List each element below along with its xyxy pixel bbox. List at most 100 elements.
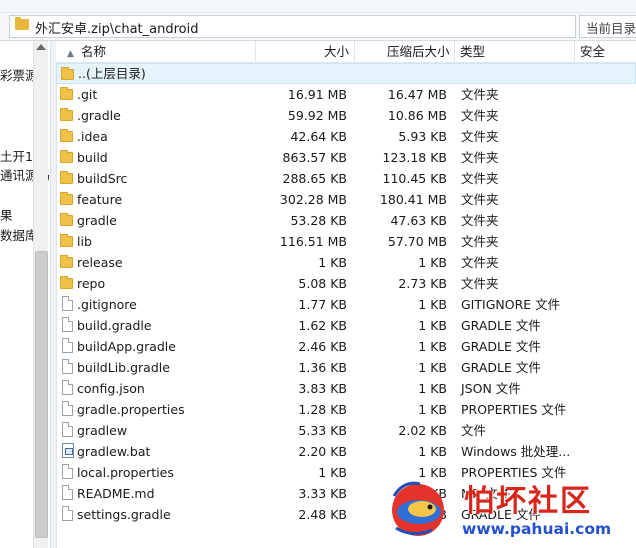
folder-icon bbox=[60, 192, 73, 205]
list-item[interactable]: feature 302.28 MB 180.41 MB 文件夹 bbox=[56, 189, 636, 210]
file-compressed-size: 16.47 MB bbox=[387, 87, 447, 102]
address-bar[interactable]: 外汇安卓.zip\chat_android bbox=[9, 15, 576, 38]
nav-item[interactable]: 果 bbox=[0, 205, 13, 224]
file-type: 文件夹 bbox=[461, 255, 499, 270]
column-header-type[interactable]: 类型 bbox=[455, 41, 575, 62]
file-name: .git bbox=[77, 87, 98, 102]
file-icon bbox=[62, 485, 73, 500]
column-header-name[interactable]: ▲ 名称 bbox=[56, 41, 256, 62]
file-type: GRADLE 文件 bbox=[461, 360, 541, 375]
scrollbar-thumb[interactable] bbox=[35, 251, 48, 538]
list-item[interactable]: gradle 53.28 KB 47.63 KB 文件夹 bbox=[56, 210, 636, 231]
file-name: .gradle bbox=[77, 108, 121, 123]
nav-item[interactable]: 数据库 bbox=[0, 225, 38, 244]
list-item[interactable]: config.json 3.83 KB 1 KB JSON 文件 bbox=[56, 378, 636, 399]
file-compressed-size: 47.63 KB bbox=[390, 213, 447, 228]
list-item[interactable]: .idea 42.64 KB 5.93 KB 文件夹 bbox=[56, 126, 636, 147]
navigation-scrollbar[interactable] bbox=[33, 41, 48, 548]
file-type: 文件 bbox=[461, 423, 487, 438]
file-size: 116.51 MB bbox=[279, 234, 347, 249]
file-type: 文件夹 bbox=[461, 276, 499, 291]
folder-icon bbox=[60, 129, 73, 142]
list-item[interactable]: gradle.properties 1.28 KB 1 KB PROPERTIE… bbox=[56, 399, 636, 420]
file-name: lib bbox=[77, 234, 92, 249]
list-item[interactable]: build.gradle 1.62 KB 1 KB GRADLE 文件 bbox=[56, 315, 636, 336]
list-item[interactable]: release 1 KB 1 KB 文件夹 bbox=[56, 252, 636, 273]
file-type: Windows 批处理... bbox=[461, 444, 571, 459]
file-compressed-size: 1 KB bbox=[418, 360, 447, 375]
list-item[interactable]: lib 116.51 MB 57.70 MB 文件夹 bbox=[56, 231, 636, 252]
file-size: 2.20 KB bbox=[298, 444, 347, 459]
column-header-compressed[interactable]: 压缩后大小 bbox=[355, 41, 455, 62]
toolbar-strip bbox=[0, 0, 636, 13]
file-name: repo bbox=[77, 276, 106, 291]
file-size: 1.62 KB bbox=[298, 318, 347, 333]
folder-icon bbox=[61, 67, 74, 80]
file-type: GRADLE 文件 bbox=[461, 339, 541, 354]
file-compressed-size: 1 KB bbox=[418, 318, 447, 333]
list-item[interactable]: buildLib.gradle 1.36 KB 1 KB GRADLE 文件 bbox=[56, 357, 636, 378]
list-item[interactable]: gradlew.bat 2.20 KB 1 KB Windows 批处理... bbox=[56, 441, 636, 462]
list-item[interactable]: ..(上层目录) bbox=[56, 63, 636, 84]
file-size: 2.48 KB bbox=[298, 507, 347, 522]
file-type: 文件夹 bbox=[461, 171, 499, 186]
column-header-type-label: 类型 bbox=[460, 44, 486, 59]
file-compressed-size: 2.02 KB bbox=[398, 423, 447, 438]
column-header-compressed-label: 压缩后大小 bbox=[387, 44, 450, 59]
address-bar-row: 外汇安卓.zip\chat_android 当前目录 bbox=[0, 13, 636, 41]
folder-icon bbox=[60, 150, 73, 163]
file-size: 3.33 KB bbox=[298, 486, 347, 501]
file-compressed-size: 5.93 KB bbox=[398, 129, 447, 144]
file-icon bbox=[62, 338, 73, 353]
list-item[interactable]: .git 16.91 MB 16.47 MB 文件夹 bbox=[56, 84, 636, 105]
list-item[interactable]: .gitignore 1.77 KB 1 KB GITIGNORE 文件 bbox=[56, 294, 636, 315]
file-name: gradle.properties bbox=[77, 402, 185, 417]
file-type: 文件夹 bbox=[461, 234, 499, 249]
file-size: 53.28 KB bbox=[290, 213, 347, 228]
folder-icon bbox=[60, 213, 73, 226]
search-input[interactable]: 当前目录 bbox=[579, 15, 636, 38]
nav-item[interactable]: 彩票源 bbox=[0, 65, 38, 84]
list-item[interactable]: buildSrc 288.65 KB 110.45 KB 文件夹 bbox=[56, 168, 636, 189]
file-type: GRADLE 文件 bbox=[461, 318, 541, 333]
file-size: 1 KB bbox=[318, 255, 347, 270]
list-item[interactable]: repo 5.08 KB 2.73 KB 文件夹 bbox=[56, 273, 636, 294]
file-size: 16.91 MB bbox=[287, 87, 347, 102]
file-name: .idea bbox=[77, 129, 108, 144]
file-type: GITIGNORE 文件 bbox=[461, 297, 561, 312]
column-header-size[interactable]: 大小 bbox=[256, 41, 355, 62]
file-compressed-size: 2.73 KB bbox=[398, 276, 447, 291]
file-size: 2.46 KB bbox=[298, 339, 347, 354]
file-name: gradlew.bat bbox=[77, 444, 151, 459]
file-type: 文件夹 bbox=[461, 108, 499, 123]
file-compressed-size: 1 KB bbox=[418, 297, 447, 312]
file-type: JSON 文件 bbox=[461, 381, 521, 396]
file-icon bbox=[62, 317, 73, 332]
file-type: 文件夹 bbox=[461, 87, 499, 102]
file-name: buildApp.gradle bbox=[77, 339, 176, 354]
file-size: 288.65 KB bbox=[282, 171, 347, 186]
file-name: build.gradle bbox=[77, 318, 152, 333]
folder-icon bbox=[60, 255, 73, 268]
file-name: settings.gradle bbox=[77, 507, 171, 522]
file-compressed-size: 110.45 KB bbox=[382, 171, 447, 186]
file-compressed-size: 180.41 MB bbox=[379, 192, 447, 207]
list-item[interactable]: .gradle 59.92 MB 10.86 MB 文件夹 bbox=[56, 105, 636, 126]
scroll-up-arrow-icon[interactable] bbox=[36, 44, 46, 50]
list-item[interactable]: gradlew 5.33 KB 2.02 KB 文件 bbox=[56, 420, 636, 441]
file-icon bbox=[62, 380, 73, 395]
file-name: config.json bbox=[77, 381, 145, 396]
file-type: 文件夹 bbox=[461, 150, 499, 165]
column-header-security[interactable]: 安全 bbox=[575, 41, 636, 62]
address-path: 外汇安卓.zip\chat_android bbox=[35, 22, 199, 37]
watermark-logo-icon bbox=[392, 481, 444, 536]
file-size: 1.77 KB bbox=[298, 297, 347, 312]
file-name: README.md bbox=[77, 486, 155, 501]
list-item[interactable]: build 863.57 KB 123.18 KB 文件夹 bbox=[56, 147, 636, 168]
file-name: gradlew bbox=[77, 423, 128, 438]
list-item[interactable]: buildApp.gradle 2.46 KB 1 KB GRADLE 文件 bbox=[56, 336, 636, 357]
watermark: 怕坏社区 www.pahuai.com bbox=[384, 470, 636, 548]
file-size: 1.28 KB bbox=[298, 402, 347, 417]
column-header-security-label: 安全 bbox=[580, 44, 606, 59]
file-icon bbox=[62, 506, 73, 521]
